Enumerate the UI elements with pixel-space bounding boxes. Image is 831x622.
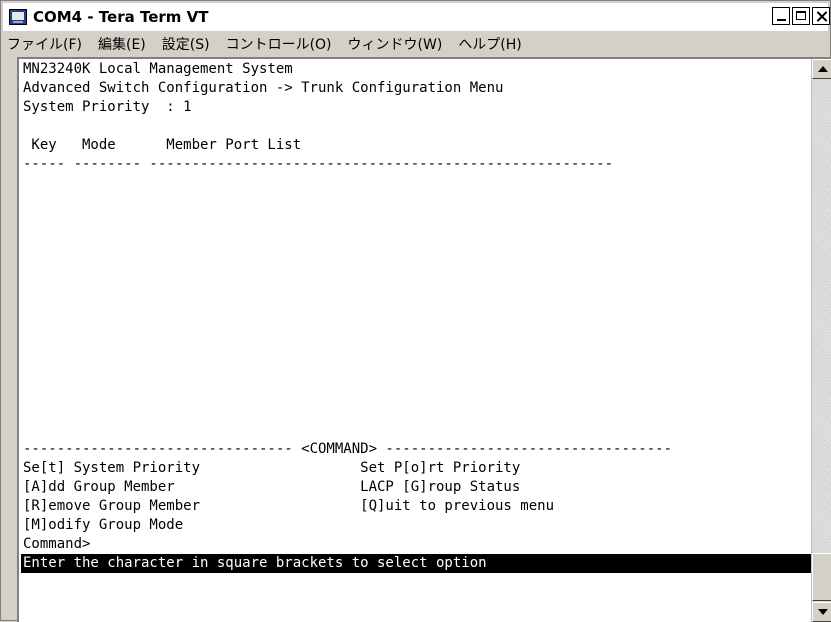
command-row-2: [A]dd Group Member LACP [G]roup Status xyxy=(23,479,521,495)
title-bar[interactable]: COM4 - Tera Term VT xyxy=(3,3,830,31)
menu-setup[interactable]: 設定(S) xyxy=(154,34,218,54)
header-line-1: MN23240K Local Management System xyxy=(23,61,293,77)
menu-window[interactable]: ウィンドウ(W) xyxy=(340,34,451,54)
close-button[interactable] xyxy=(812,7,830,25)
scroll-up-button[interactable] xyxy=(812,59,831,79)
tera-term-app-icon[interactable] xyxy=(9,9,27,25)
command-prompt[interactable]: Command> xyxy=(23,535,90,554)
menu-bar: ファイル(F) 編集(E) 設定(S) コントロール(O) ウィンドウ(W) ヘ… xyxy=(3,32,828,56)
system-priority-line: System Priority : 1 xyxy=(23,99,192,115)
terminal-screen[interactable]: MN23240K Local Management System Advance… xyxy=(21,59,811,622)
minimize-button[interactable] xyxy=(772,7,790,25)
menu-control[interactable]: コントロール(O) xyxy=(218,34,340,54)
window-title: COM4 - Tera Term VT xyxy=(33,8,209,26)
scroll-down-button[interactable] xyxy=(812,602,831,622)
arrow-down-icon xyxy=(818,609,828,615)
menu-help[interactable]: ヘルプ(H) xyxy=(450,34,529,54)
arrow-up-icon xyxy=(818,66,828,72)
command-row-1: Se[t] System Priority Set P[o]rt Priorit… xyxy=(23,460,521,476)
table-header-rule: ----- -------- -------------------------… xyxy=(23,156,614,172)
command-row-3: [R]emove Group Member [Q]uit to previous… xyxy=(23,498,555,514)
tera-term-window: COM4 - Tera Term VT ファイル(F) 編集(E) 設定(S) … xyxy=(0,0,831,622)
menu-file[interactable]: ファイル(F) xyxy=(3,34,90,54)
maximize-button[interactable] xyxy=(792,7,810,25)
header-line-2: Advanced Switch Configuration -> Trunk C… xyxy=(23,80,504,96)
window-controls xyxy=(770,7,830,25)
scrollbar-thumb[interactable] xyxy=(812,553,831,601)
command-row-4: [M]odify Group Mode xyxy=(23,517,184,533)
table-header: Key Mode Member Port List xyxy=(23,137,302,153)
menu-edit[interactable]: 編集(E) xyxy=(90,34,154,54)
command-section-rule: -------------------------------- <COMMAN… xyxy=(23,441,673,457)
status-line: Enter the character in square brackets t… xyxy=(21,554,811,573)
vertical-scrollbar[interactable] xyxy=(811,59,831,622)
terminal-frame: MN23240K Local Management System Advance… xyxy=(17,57,831,622)
